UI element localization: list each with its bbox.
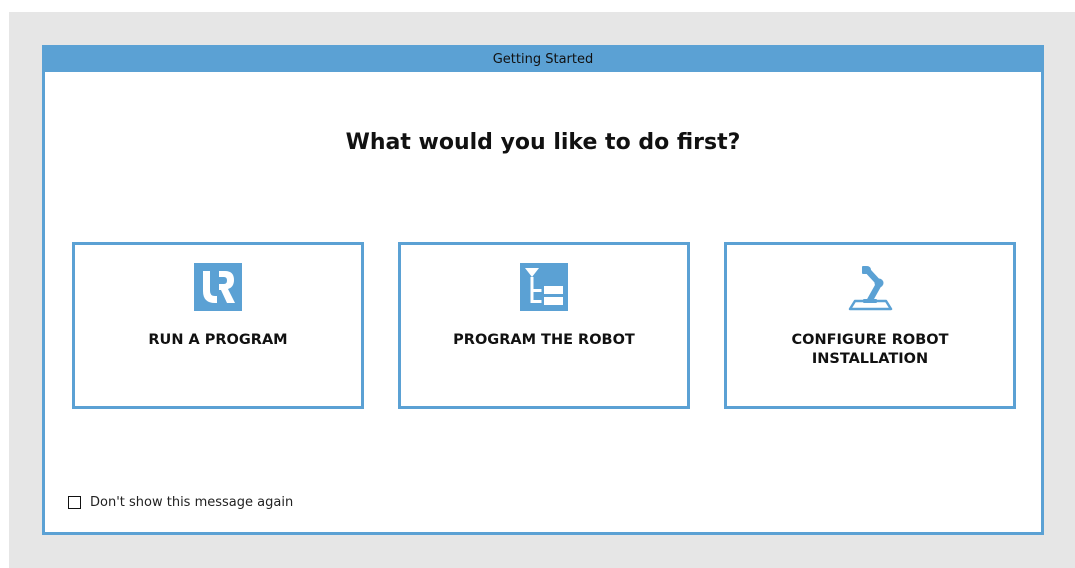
ur-logo-icon [194,263,242,311]
dialog-title: Getting Started [45,48,1041,72]
configure-installation-label: CONFIGURE ROBOT INSTALLATION [791,332,949,367]
program-robot-button[interactable]: PROGRAM THE ROBOT [398,242,690,409]
robot-arm-icon [848,266,893,311]
configure-installation-button[interactable]: CONFIGURE ROBOT INSTALLATION [724,242,1016,409]
program-tree-icon [520,263,568,311]
run-program-button[interactable]: RUN A PROGRAM [72,242,364,409]
program-robot-label: PROGRAM THE ROBOT [453,332,635,348]
dont-show-label: Don't show this message again [90,494,294,510]
dialog-heading: What would you like to do first? [345,130,741,155]
dont-show-checkbox[interactable] [68,495,81,509]
getting-started-dialog: Getting Started What would you like to d… [42,45,1044,535]
run-program-label: RUN A PROGRAM [148,332,288,348]
dont-show-again-option[interactable]: Don't show this message again [68,494,293,510]
